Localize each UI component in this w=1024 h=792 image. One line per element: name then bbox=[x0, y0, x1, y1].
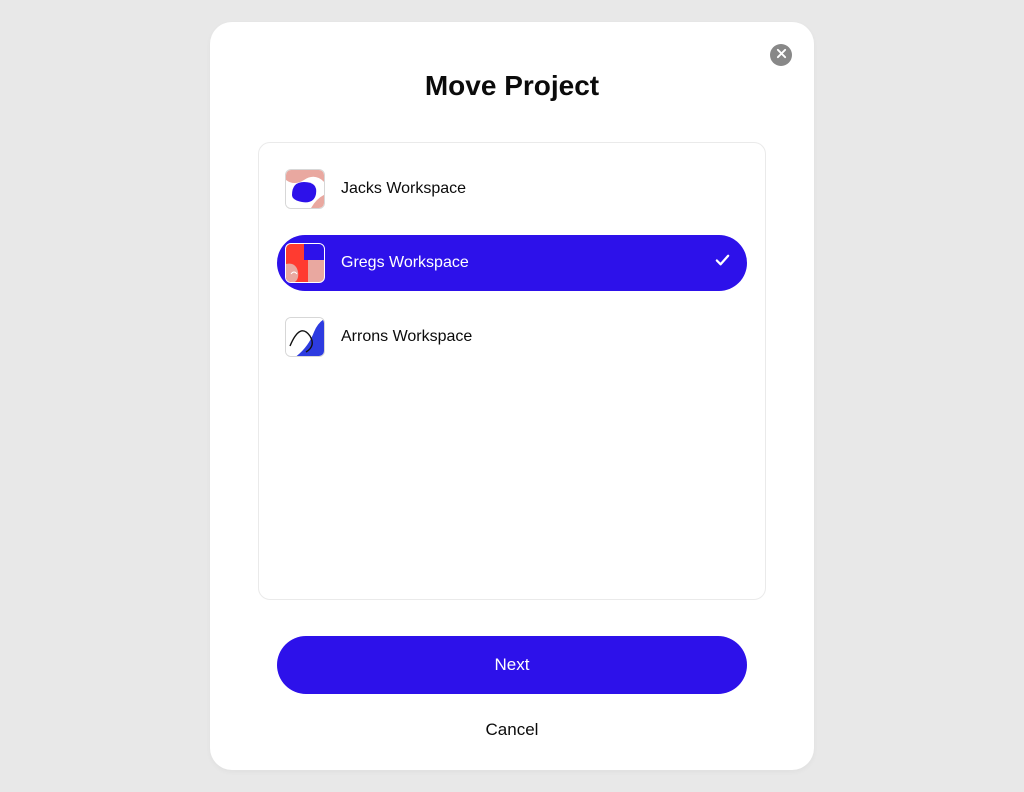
workspace-thumb-icon bbox=[285, 243, 325, 283]
close-button[interactable] bbox=[770, 44, 792, 66]
workspace-item-label: Jacks Workspace bbox=[341, 180, 466, 198]
dialog-actions: Next Cancel bbox=[258, 636, 766, 740]
workspace-list: Jacks Workspace Gregs Workspace bbox=[258, 142, 766, 600]
workspace-thumb-icon bbox=[285, 317, 325, 357]
cancel-button[interactable]: Cancel bbox=[486, 720, 539, 740]
workspace-item-jacks[interactable]: Jacks Workspace bbox=[277, 161, 747, 217]
workspace-item-label: Arrons Workspace bbox=[341, 328, 472, 346]
workspace-item-arrons[interactable]: Arrons Workspace bbox=[277, 309, 747, 365]
check-icon bbox=[714, 252, 731, 274]
workspace-item-gregs[interactable]: Gregs Workspace bbox=[277, 235, 747, 291]
close-icon bbox=[776, 46, 787, 64]
workspace-thumb-icon bbox=[285, 169, 325, 209]
move-project-dialog: Move Project Jacks Workspace bbox=[210, 22, 814, 770]
dialog-title: Move Project bbox=[240, 70, 784, 102]
workspace-item-label: Gregs Workspace bbox=[341, 254, 469, 272]
next-button[interactable]: Next bbox=[277, 636, 747, 694]
